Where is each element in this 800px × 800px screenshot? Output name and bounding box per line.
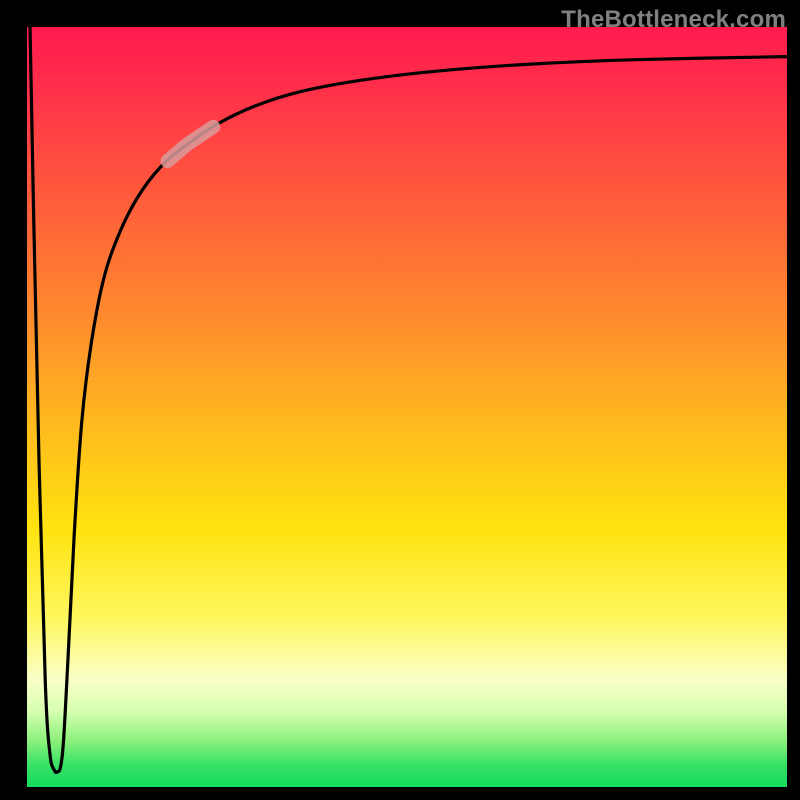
bottleneck-curve — [30, 27, 787, 773]
curve-marker-segment — [168, 127, 214, 161]
plot-area — [27, 27, 787, 787]
chart-stage: TheBottleneck.com — [0, 0, 800, 800]
curve-layer — [27, 27, 787, 787]
